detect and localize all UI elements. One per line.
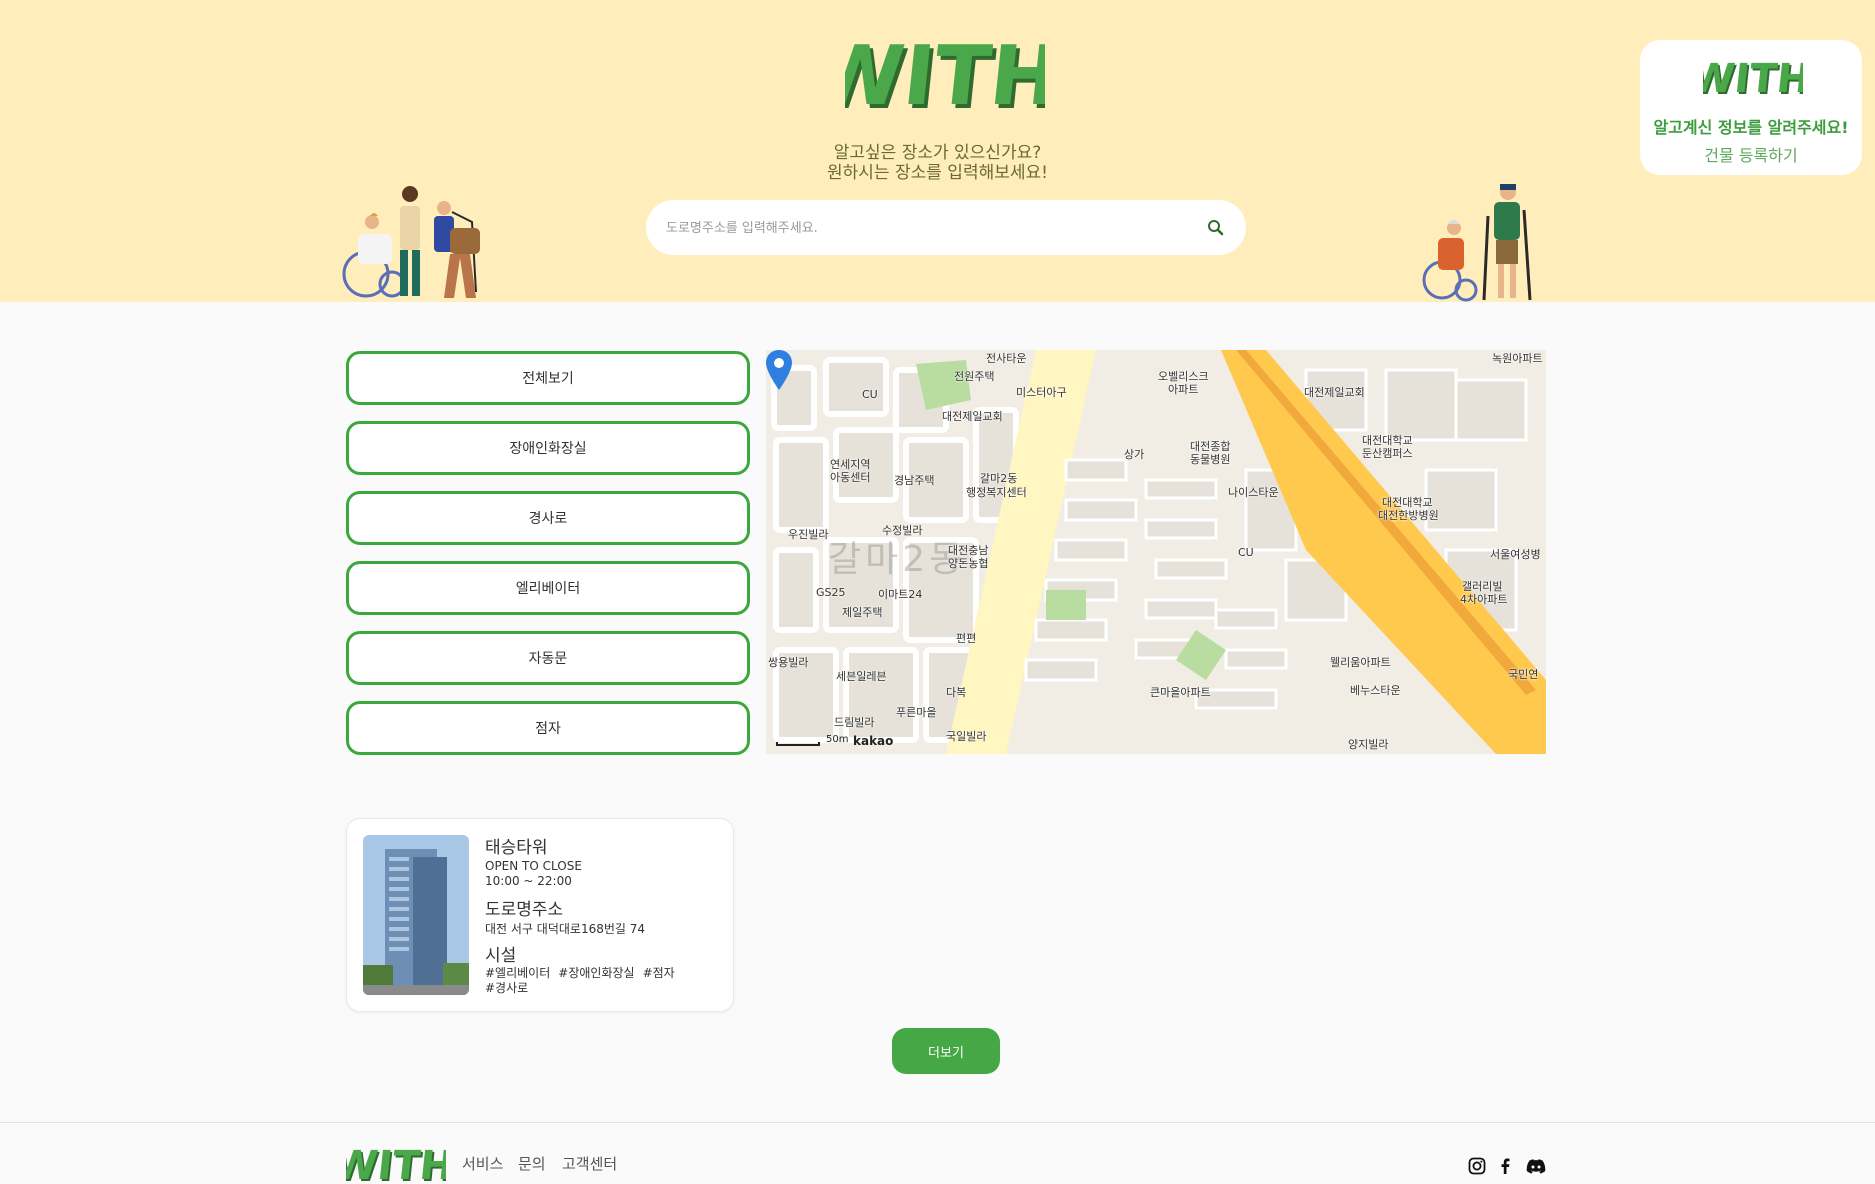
- map-label: 동물병원: [1190, 453, 1231, 466]
- people-illustration-left: [342, 186, 480, 298]
- map-label: 전원주택: [954, 370, 995, 383]
- with-logo[interactable]: WITH WITH: [845, 30, 1045, 120]
- map-label: 상가: [1124, 448, 1145, 461]
- map-label: 세븐일레븐: [836, 670, 887, 683]
- search-bar: [646, 200, 1246, 255]
- map-label: 이마트24: [878, 588, 923, 601]
- map-label: 다복: [946, 686, 967, 699]
- map-label: 아동센터: [830, 471, 871, 484]
- place-card[interactable]: 태승타워 OPEN TO CLOSE 10:00 ~ 22:00 도로명주소 대…: [346, 818, 734, 1012]
- register-promo-card: WITH WITH 알고계신 정보를 알려주세요! 건물 등록하기: [1640, 40, 1862, 175]
- map-label: CU: [862, 388, 878, 401]
- promo-text: 알고계신 정보를 알려주세요!: [1653, 118, 1849, 137]
- with-logo-footer[interactable]: WITH WITH: [346, 1141, 446, 1184]
- with-logo-small: WITH WITH: [1703, 56, 1803, 100]
- map-label: 전사타운: [986, 352, 1027, 365]
- map-label: GS25: [816, 586, 846, 599]
- footer-nav-support[interactable]: 고객센터: [562, 1153, 617, 1174]
- map-label: 수정빌라: [882, 524, 923, 537]
- place-address-label: 도로명주소: [485, 900, 564, 920]
- facility-tag: #경사로: [485, 981, 529, 995]
- map-label: 대전제일교회: [942, 410, 1003, 423]
- map-label: 웰리움아파트: [1330, 656, 1391, 669]
- map-label: 아파트: [1168, 383, 1199, 396]
- filter-elevator-button[interactable]: 엘리베이터: [346, 561, 750, 615]
- hero-subtitle-line1: 알고싶은 장소가 있으신가요?: [833, 143, 1042, 163]
- map-scale-bar: [776, 742, 820, 746]
- map-label: 푸른마을: [896, 706, 937, 719]
- filter-ramp-button[interactable]: 경사로: [346, 491, 750, 545]
- map-label: 나이스타운: [1228, 486, 1279, 499]
- place-facilities-label: 시설: [485, 946, 517, 966]
- instagram-icon[interactable]: [1468, 1157, 1486, 1175]
- map-label: 편편: [956, 632, 977, 645]
- place-hours-label: OPEN TO CLOSE: [485, 859, 582, 873]
- facility-tag: #엘리베이터: [485, 966, 551, 980]
- place-name: 태승타워: [485, 838, 548, 858]
- facility-tag: #장애인화장실: [558, 966, 635, 980]
- register-building-link[interactable]: 건물 등록하기: [1640, 142, 1862, 166]
- map-label: 서울여성병: [1490, 548, 1541, 561]
- map-label: 국민연: [1508, 668, 1539, 681]
- map-label: 둔산캠퍼스: [1362, 447, 1413, 460]
- map-view[interactable]: 갈마2동 전사타운 전원주택 미스터아구 대전제일교회 CU 연세지역 아동센터…: [766, 350, 1546, 754]
- search-input[interactable]: [666, 216, 1186, 240]
- map-label: 양지빌라: [1348, 738, 1389, 751]
- hero-subtitle-line2: 원하시는 장소를 입력해보세요!: [827, 163, 1048, 183]
- location-pin-icon[interactable]: [766, 350, 792, 390]
- map-label: 양돈농협: [948, 557, 989, 570]
- filter-all-button[interactable]: 전체보기: [346, 351, 750, 405]
- map-label: 경남주택: [894, 474, 935, 487]
- filter-braille-button[interactable]: 점자: [346, 701, 750, 755]
- place-facility-tags: #엘리베이터 #장애인화장실 #점자 #경사로: [485, 966, 715, 996]
- building-photo: [363, 835, 469, 995]
- map-scale-label: 50m: [826, 734, 849, 745]
- map-provider-logo: kakao: [853, 734, 894, 748]
- facility-tag: #점자: [642, 966, 675, 980]
- map-label: 녹원아파트: [1492, 352, 1543, 365]
- people-illustration-right: [1422, 184, 1532, 302]
- map-label: 국일빌라: [946, 730, 987, 743]
- svg-text:WITH: WITH: [346, 1143, 446, 1184]
- footer-nav-service[interactable]: 서비스: [462, 1153, 503, 1174]
- map-label: 드림빌라: [834, 716, 875, 729]
- discord-icon[interactable]: [1526, 1157, 1546, 1175]
- footer: WITH WITH 서비스 문의 고객센터: [0, 1122, 1875, 1184]
- map-label: 제일주택: [842, 606, 883, 619]
- map-label: 우진빌라: [788, 528, 829, 541]
- map-label: CU: [1238, 546, 1254, 559]
- map-label: 대전제일교회: [1304, 386, 1365, 399]
- map-label: 행정복지센터: [966, 486, 1027, 499]
- map-label: 4차아파트: [1460, 593, 1508, 606]
- facebook-icon[interactable]: [1496, 1157, 1514, 1175]
- svg-text:WITH: WITH: [845, 30, 1045, 120]
- map-label: 큰마을아파트: [1150, 686, 1211, 699]
- map-label: 미스터아구: [1016, 386, 1067, 399]
- load-more-button[interactable]: 더보기: [892, 1028, 1000, 1074]
- hero-header: WITH WITH 알고싶은 장소가 있으신가요? 원하시는 장소를 입력해보세…: [0, 0, 1875, 302]
- map-label: 대전한방병원: [1378, 509, 1439, 522]
- svg-text:WITH: WITH: [1703, 56, 1803, 100]
- filter-auto-door-button[interactable]: 자동문: [346, 631, 750, 685]
- footer-nav-inquiry[interactable]: 문의: [518, 1153, 546, 1174]
- search-icon[interactable]: [1206, 218, 1226, 238]
- filter-accessible-toilet-button[interactable]: 장애인화장실: [346, 421, 750, 475]
- map-label: 베누스타운: [1350, 684, 1401, 697]
- place-address: 대전 서구 대덕대로168번길 74: [485, 922, 646, 936]
- map-label: 쌍용빌라: [768, 656, 809, 669]
- place-hours: 10:00 ~ 22:00: [485, 874, 572, 888]
